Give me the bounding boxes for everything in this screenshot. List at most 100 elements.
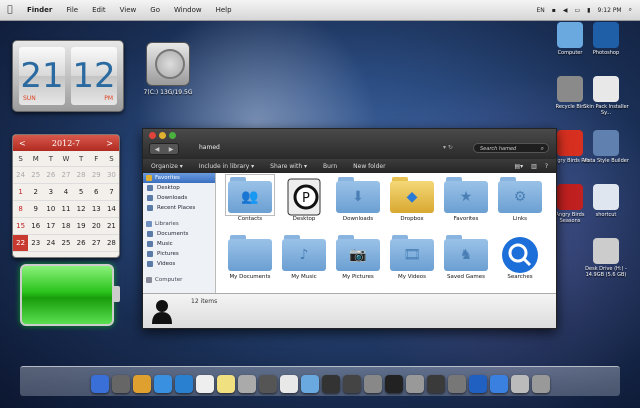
sidebar-item-recent-places[interactable]: Recent Places [143, 203, 215, 213]
desktop-icon[interactable]: Vista Style Builder [583, 130, 629, 164]
desktop-icon[interactable]: shortcut [583, 184, 629, 218]
file-item[interactable]: ⬇ Downloads [331, 177, 385, 222]
calendar-day[interactable]: 26 [73, 234, 89, 252]
calendar-day[interactable]: 5 [73, 183, 89, 201]
calendar-day[interactable]: 15 [13, 217, 29, 235]
calendar-day[interactable]: 1 [13, 183, 29, 201]
view-options-icon[interactable]: ▤▾ [514, 163, 523, 170]
sidebar-item-videos[interactable]: Videos [143, 259, 215, 269]
sidebar-item-favorites[interactable]: Favorites [143, 173, 215, 183]
calendar-day[interactable]: 10 [43, 200, 59, 218]
calendar-day[interactable]: 22 [13, 234, 29, 252]
sidebar-item-libraries[interactable]: Libraries [143, 219, 215, 229]
file-item[interactable]: ♪ My Music [277, 235, 331, 280]
dock-app-icon[interactable] [405, 375, 424, 393]
screen-icon[interactable]: ▭ [574, 7, 580, 14]
minimize-button[interactable] [159, 132, 166, 139]
calendar-day[interactable]: 23 [28, 234, 44, 252]
dock-app-icon[interactable] [468, 375, 487, 393]
menu-file[interactable]: File [59, 6, 85, 14]
dock-app-icon[interactable] [384, 375, 403, 393]
close-button[interactable] [149, 132, 156, 139]
calendar-day[interactable]: 20 [88, 217, 104, 235]
calendar-day[interactable]: 30 [28, 251, 44, 257]
calendar-day[interactable]: 4 [58, 183, 74, 201]
sidebar-item-desktop[interactable]: Desktop [143, 183, 215, 193]
calendar-day[interactable]: 28 [103, 234, 119, 252]
dock-app-icon[interactable] [426, 375, 445, 393]
zoom-button[interactable] [169, 132, 176, 139]
calendar-day[interactable]: 27 [58, 166, 74, 184]
language-indicator[interactable]: EN [536, 7, 544, 14]
path-dropdown-icon[interactable]: ▾ ↻ [443, 144, 453, 151]
desktop-icon[interactable]: Photoshop [583, 22, 629, 56]
battery-status-icon[interactable]: ▮ [587, 7, 590, 14]
search-input[interactable]: Search hamed ⌕ [473, 143, 549, 153]
calendar-day[interactable]: 30 [103, 166, 119, 184]
dock-app-icon[interactable] [321, 375, 340, 393]
calendar-day[interactable]: 6 [88, 183, 104, 201]
dock-app-icon[interactable] [174, 375, 193, 393]
desktop-icon[interactable]: Skin Pack Installer Sy... [583, 76, 629, 116]
desktop-icon[interactable]: Desk Drive (H:) - 14.9GB (5.6 GB) [583, 238, 629, 278]
sidebar-item-music[interactable]: Music [143, 239, 215, 249]
dock-app-icon[interactable] [237, 375, 256, 393]
calendar-day[interactable]: 18 [58, 217, 74, 235]
preview-pane-icon[interactable]: ▥ [531, 163, 537, 170]
path-breadcrumb[interactable]: hamed [199, 144, 220, 151]
calendar-day[interactable]: 25 [58, 234, 74, 252]
dock-app-icon[interactable] [111, 375, 130, 393]
file-item[interactable]: ♞ Saved Games [439, 235, 493, 280]
calendar-day[interactable]: 27 [88, 234, 104, 252]
calendar-day[interactable]: 9 [28, 200, 44, 218]
file-item[interactable]: ◆ Dropbox [385, 177, 439, 222]
calendar-day[interactable]: 31 [43, 251, 59, 257]
share-with-button[interactable]: Share with ▾ [262, 163, 315, 170]
file-item[interactable]: 👥 Contacts [223, 174, 277, 222]
calendar-day[interactable]: 17 [43, 217, 59, 235]
hard-disk-widget[interactable]: 7(C:) 13G/19.5G [128, 42, 208, 96]
calendar-day[interactable]: 16 [28, 217, 44, 235]
calendar-day[interactable]: 24 [13, 166, 29, 184]
menu-view[interactable]: View [113, 6, 144, 14]
calendar-day[interactable]: 14 [103, 200, 119, 218]
file-item[interactable]: 🎞 My Videos [385, 235, 439, 280]
calendar-prev-icon[interactable]: < [19, 139, 26, 148]
sidebar-item-documents[interactable]: Documents [143, 229, 215, 239]
back-arrow-icon[interactable]: ◀ [155, 146, 160, 153]
include-in-library-button[interactable]: Include in library ▾ [191, 163, 262, 170]
calendar-day[interactable]: 29 [13, 251, 29, 257]
sidebar-item-pictures[interactable]: Pictures [143, 249, 215, 259]
dock-app-icon[interactable] [363, 375, 382, 393]
calendar-day[interactable]: 12 [73, 200, 89, 218]
calendar-day[interactable]: 28 [73, 166, 89, 184]
apple-menu-icon[interactable]:  [0, 5, 20, 15]
window-titlebar[interactable]: ◀ ▶ hamed ▾ ↻ Search hamed ⌕ [143, 129, 556, 159]
file-item[interactable]: My Documents [223, 235, 277, 280]
calendar-day[interactable]: 4 [103, 251, 119, 257]
sidebar-item-computer[interactable]: Computer [143, 275, 215, 285]
new-folder-button[interactable]: New folder [345, 163, 393, 170]
calendar-next-icon[interactable]: > [106, 139, 113, 148]
dock-app-icon[interactable] [342, 375, 361, 393]
calendar-day[interactable]: 24 [43, 234, 59, 252]
menu-go[interactable]: Go [143, 6, 167, 14]
menu-help[interactable]: Help [209, 6, 239, 14]
dock-app-icon[interactable] [279, 375, 298, 393]
dock-app-icon[interactable] [510, 375, 529, 393]
calendar-day[interactable]: 11 [58, 200, 74, 218]
file-item[interactable]: P Desktop [277, 177, 331, 222]
dock-app-icon[interactable] [531, 375, 550, 393]
speaker-icon[interactable]: ◀ [563, 7, 568, 14]
calendar-day[interactable]: 2 [73, 251, 89, 257]
calendar-day[interactable]: 1 [58, 251, 74, 257]
calendar-day[interactable]: 8 [13, 200, 29, 218]
menu-app-name[interactable]: Finder [20, 6, 59, 14]
menu-edit[interactable]: Edit [85, 6, 113, 14]
organize-button[interactable]: Organize ▾ [143, 163, 191, 170]
sidebar-item-downloads[interactable]: Downloads [143, 193, 215, 203]
calendar-day[interactable]: 3 [88, 251, 104, 257]
file-item[interactable]: 📷 My Pictures [331, 235, 385, 280]
calendar-day[interactable]: 3 [43, 183, 59, 201]
calendar-day[interactable]: 7 [103, 183, 119, 201]
